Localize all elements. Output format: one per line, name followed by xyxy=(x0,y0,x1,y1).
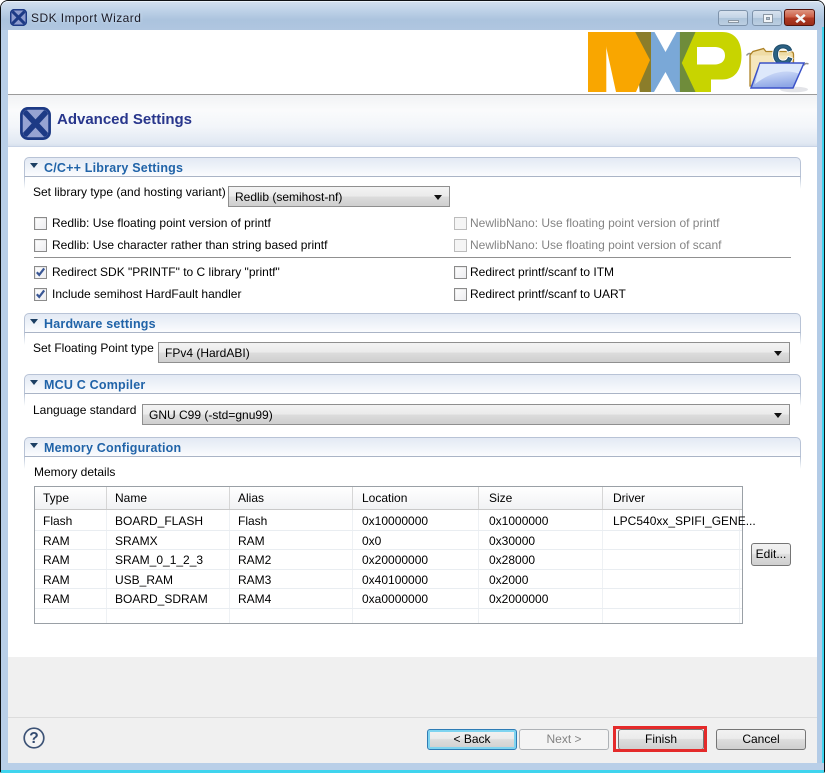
svg-text:?: ? xyxy=(29,730,38,747)
